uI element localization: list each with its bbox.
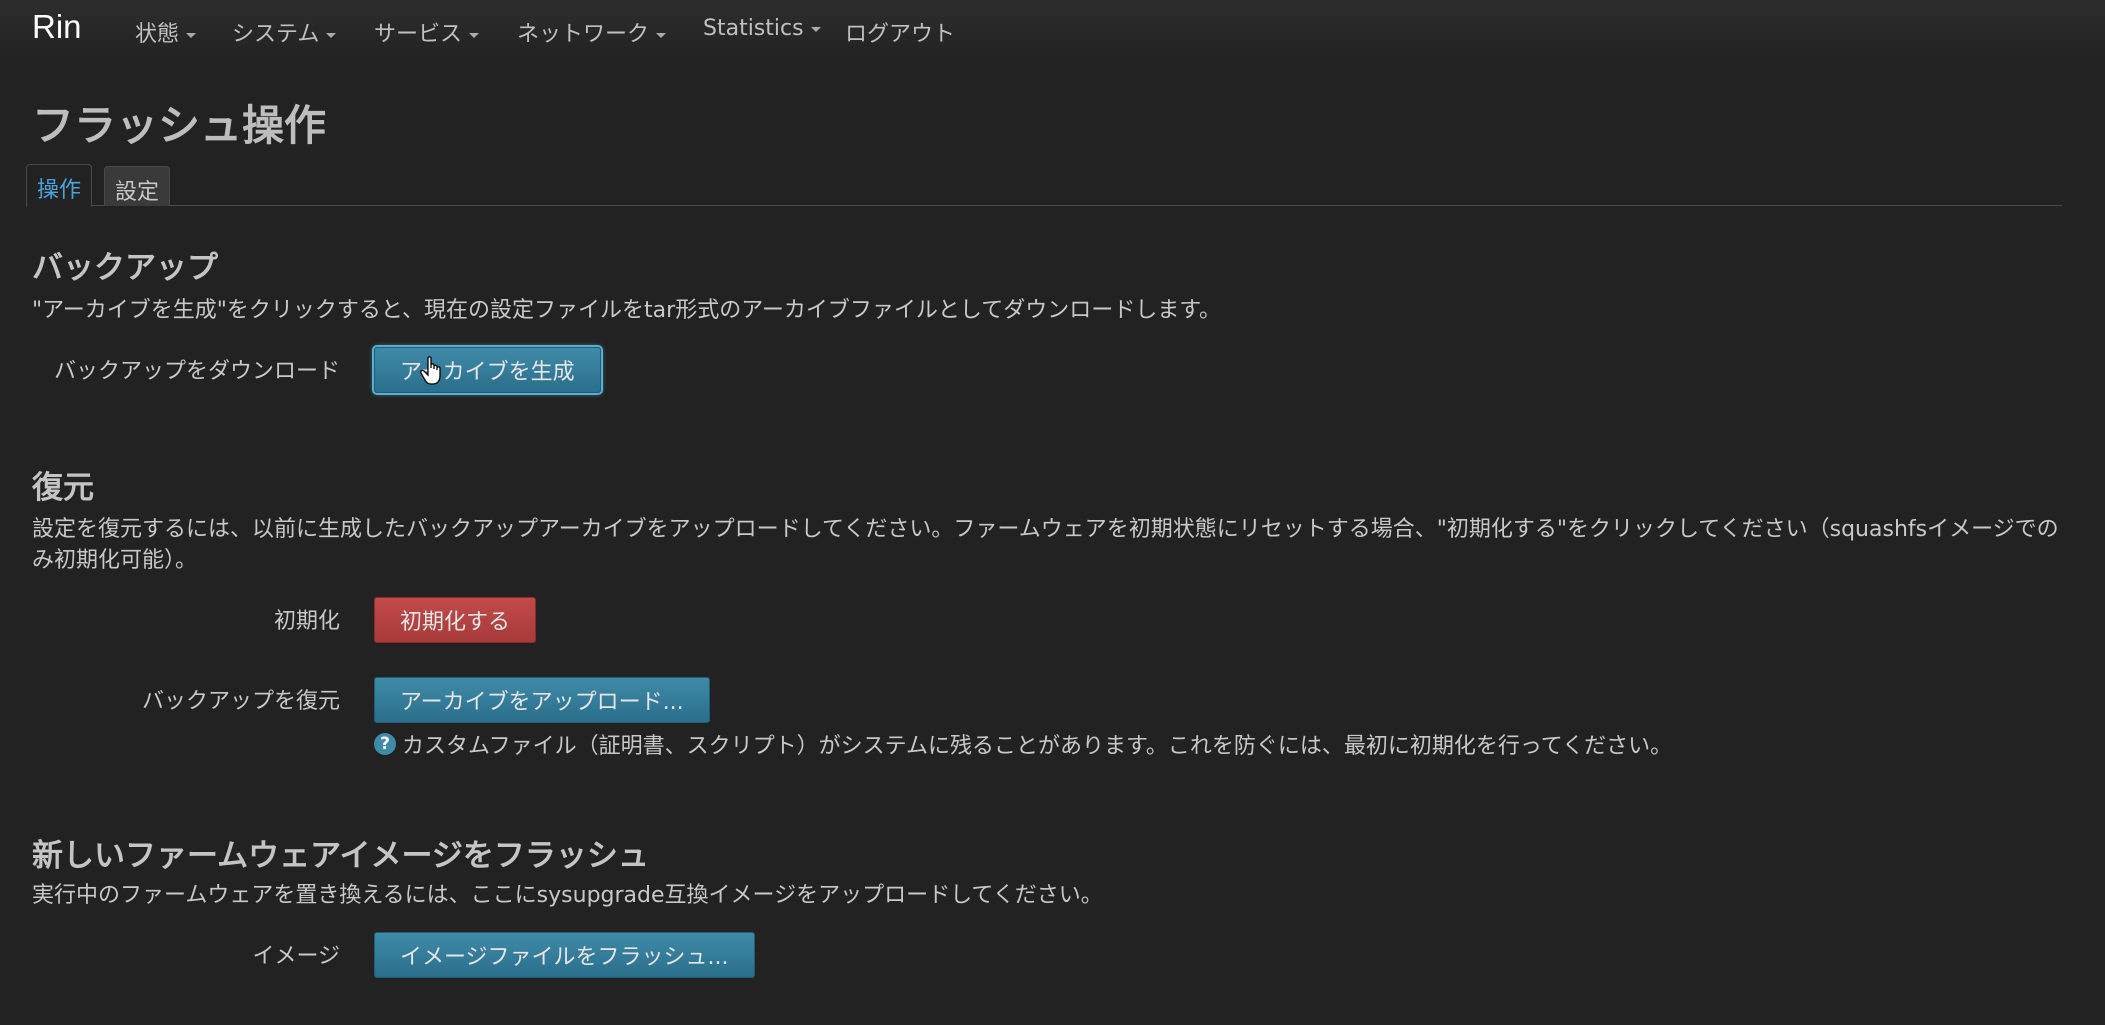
brand-logo[interactable]: Rin [32,8,82,46]
flash-section-title: 新しいファームウェアイメージをフラッシュ [32,838,649,874]
tab-settings[interactable]: 設定 [104,166,171,206]
restore-description: 設定を復元するには、以前に生成したバックアップアーカイブをアップロードしてくださ… [32,517,2059,573]
tab-actions[interactable]: 操作 [26,164,93,207]
upload-archive-button[interactable]: アーカイブをアップロード... [374,677,710,723]
tab-bar: 操作 設定 [26,164,2062,207]
help-icon: ? [374,733,396,755]
nav-statistics-label: Statistics [703,16,804,41]
reset-label: 初期化 [273,609,340,634]
nav-logout-link[interactable]: ログアウト [845,16,955,48]
nav-network-menu[interactable]: ネットワーク [517,16,667,48]
backup-section-title: バックアップ [32,250,218,286]
restore-section-title: 復元 [32,470,94,506]
caret-down-icon [810,26,821,32]
flash-image-button[interactable]: イメージファイルをフラッシュ... [374,932,755,978]
caret-down-icon [326,32,337,38]
flash-description: 実行中のファームウェアを置き換えるには、ここにsysupgrade互換イメージを… [32,883,1103,908]
hand-pointer-icon [420,356,441,385]
backup-download-label: バックアップをダウンロード [53,359,340,384]
restore-backup-label: バックアップを復元 [141,689,340,714]
top-navbar: Rin 状態 システム サービス ネットワーク Statistics ログアウト [0,0,2105,60]
restore-help-text: ? カスタムファイル（証明書、スクリプト）がシステムに残ることがあります。これを… [374,728,1672,760]
nav-services-label: サービス [374,22,463,47]
image-label: イメージ [252,944,340,969]
restore-help-text-content: カスタムファイル（証明書、スクリプト）がシステムに残ることがあります。これを防ぐ… [402,734,1673,759]
nav-status-label: 状態 [135,22,180,47]
nav-statistics-menu[interactable]: Statistics [703,16,821,41]
page-title: フラッシュ操作 [32,101,327,150]
reset-button[interactable]: 初期化する [374,597,537,643]
nav-services-menu[interactable]: サービス [374,16,480,48]
caret-down-icon [469,32,480,38]
nav-status-menu[interactable]: 状態 [135,16,197,48]
nav-network-label: ネットワーク [517,22,650,47]
caret-down-icon [656,32,667,38]
nav-system-label: システム [232,22,320,47]
caret-down-icon [186,32,197,38]
backup-description: "アーカイブを生成"をクリックすると、現在の設定ファイルをtar形式のアーカイブ… [32,298,1222,323]
nav-system-menu[interactable]: システム [232,16,337,48]
generate-archive-button[interactable]: アーカイブを生成 [374,347,601,393]
